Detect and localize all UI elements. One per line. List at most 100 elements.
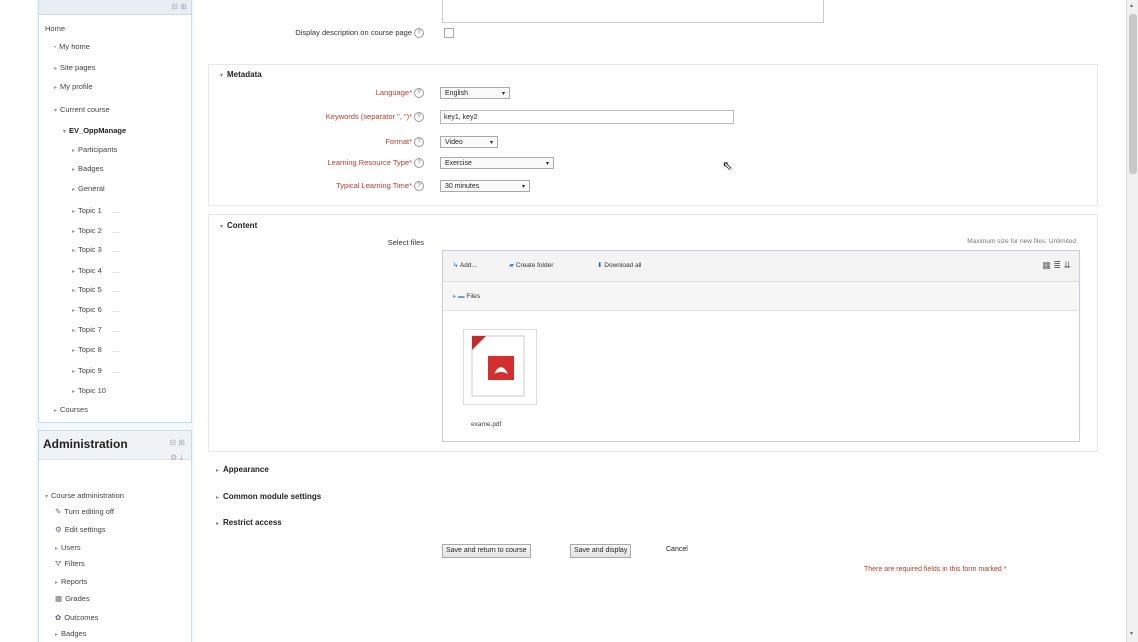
nav-item[interactable]: ▸ Topic 3.... [72, 245, 120, 254]
admin-item[interactable]: ▦ Grades [55, 594, 90, 603]
admin-item[interactable]: ▸ Reports [55, 577, 87, 586]
learning-resource-type-select[interactable]: Exercise ▾ [440, 157, 554, 169]
language-select[interactable]: English ▾ [440, 87, 510, 99]
add-file-label: Add... [459, 262, 477, 269]
tree-arrow-icon[interactable]: ▸ [72, 369, 75, 375]
tree-arrow-icon[interactable]: ▸ [72, 269, 75, 275]
nav-item[interactable]: ▸ Topic 7.... [72, 325, 120, 334]
tree-arrow-icon[interactable]: ▸ [72, 348, 75, 354]
help-icon[interactable]: ? [414, 158, 424, 169]
chevron-down-icon: ▾ [545, 161, 549, 167]
nav-item[interactable]: ▸ Topic 9.... [72, 366, 120, 375]
download-all-button[interactable]: ⬇ Download all [597, 261, 641, 269]
tree-arrow-icon[interactable]: ▸ [54, 66, 57, 72]
admin-item[interactable]: ▸ Users [55, 543, 81, 552]
tree-arrow-icon[interactable]: ▾ [54, 108, 57, 114]
create-folder-button[interactable]: ▰ Create folder [509, 261, 553, 269]
tree-arrow-icon[interactable]: ▸ [72, 328, 75, 334]
content-legend[interactable]: ▾ Content [220, 221, 257, 230]
format-select[interactable]: Video ▾ [440, 136, 498, 148]
display-description-checkbox[interactable] [444, 28, 454, 38]
nav-item[interactable]: ▸ Topic 1.... [72, 206, 120, 215]
tree-arrow-icon[interactable]: ▾ [63, 129, 66, 135]
tree-arrow-icon[interactable]: ▸ [54, 85, 57, 91]
nav-item[interactable]: ▸ Participants [72, 145, 117, 154]
nav-item[interactable]: ▸ Topic 4.... [72, 266, 120, 275]
admin-item[interactable]: ⛛ Filters [55, 559, 85, 569]
help-icon[interactable]: ? [414, 28, 424, 39]
navigation-block-header: ⊟ ⊞ [39, 0, 191, 15]
admin-item[interactable]: ▸ Badges [55, 629, 86, 638]
required-fields-note: There are required fields in this form m… [864, 566, 1006, 573]
tree-arrow-icon[interactable]: ▸ [54, 408, 57, 414]
typical-learning-time-select[interactable]: 30 minutes ▾ [440, 180, 530, 192]
nav-item[interactable]: ▸ Site pages [54, 63, 95, 72]
tree-arrow-icon[interactable]: ▸ [72, 229, 75, 235]
block-controls-icon[interactable]: ⊟ ⊞ [171, 2, 187, 11]
nav-item[interactable]: ▸ Topic 8.... [72, 345, 120, 354]
scrollbar-thumb[interactable] [1129, 14, 1137, 174]
cancel-button[interactable]: Cancel [666, 546, 688, 553]
nav-item[interactable]: • My home [54, 42, 90, 51]
tree-arrow-icon[interactable]: ▸ [72, 209, 75, 215]
nav-item[interactable]: ▸ My profile [54, 82, 93, 91]
tree-arrow-icon[interactable]: ▸ [72, 167, 75, 173]
pdf-file-tile[interactable] [463, 329, 537, 405]
tree-arrow-icon[interactable]: ▸ [72, 187, 75, 193]
tree-arrow-icon[interactable]: ▸ [72, 389, 75, 395]
nav-item[interactable]: ▸ Topic 5.... [72, 285, 120, 294]
nav-item[interactable]: ▸ Badges [72, 164, 103, 173]
tree-arrow-icon[interactable]: • [54, 45, 56, 51]
help-icon[interactable]: ? [414, 112, 424, 123]
scroll-down-icon[interactable]: ▾ [1130, 630, 1133, 637]
path-files[interactable]: ▸ ▬ Files [453, 292, 480, 300]
tree-arrow-icon[interactable]: ▸ [72, 248, 75, 254]
pdf-file-name[interactable]: exame.pdf [471, 421, 501, 428]
nav-item[interactable]: ▸ Topic 10 [72, 386, 106, 395]
vertical-scrollbar[interactable]: ▴ ▾ [1126, 0, 1138, 642]
nav-item[interactable]: ▾ EV_OppManage [63, 126, 126, 135]
nav-item[interactable]: ▾ Current course [54, 105, 110, 114]
admin-item[interactable]: ▾ Course administration [45, 491, 124, 500]
scroll-up-icon[interactable]: ▴ [1130, 2, 1133, 9]
nav-item[interactable]: ▸ Courses [54, 405, 88, 414]
help-icon[interactable]: ? [414, 88, 424, 99]
keywords-input-value: key1, key2 [444, 114, 478, 121]
block-controls-icon[interactable]: ⊟ ⊞ [169, 438, 185, 447]
metadata-legend[interactable]: ▾ Metadata [220, 70, 262, 79]
nav-item[interactable]: ▸ Topic 6.... [72, 305, 120, 314]
tree-arrow-icon[interactable]: ▾ [45, 494, 48, 500]
tree-arrow-icon[interactable]: ▸ [72, 308, 75, 314]
tree-arrow-icon[interactable]: ▸ [55, 546, 58, 552]
save-and-display-button[interactable]: Save and display [570, 544, 632, 558]
tree-arrow-icon[interactable]: ▸ [72, 148, 75, 154]
admin-item[interactable]: ✿ Outcomes [55, 613, 98, 622]
description-textarea[interactable] [442, 0, 824, 23]
admin-item[interactable]: ⚙ Edit settings [55, 525, 106, 534]
appearance-section[interactable]: ▸ Appearance [216, 465, 269, 474]
chevron-down-icon: ▾ [521, 184, 525, 190]
add-file-button[interactable]: ↳ Add... [453, 261, 477, 269]
chevron-right-icon: ▸ [216, 521, 220, 527]
keywords-input[interactable]: key1, key2 [440, 110, 734, 124]
help-icon[interactable]: ? [414, 137, 424, 148]
admin-item[interactable]: ✎ Turn editing off [55, 507, 114, 516]
save-and-return-button[interactable]: Save and return to course [442, 544, 531, 558]
tree-arrow-icon[interactable]: ▸ [55, 580, 58, 586]
nav-item-dots: .... [111, 366, 121, 375]
file-manager[interactable]: ↳ Add... ▰ Create folder ⬇ Download all … [442, 250, 1080, 442]
common-module-settings-section[interactable]: ▸ Common module settings [216, 492, 321, 501]
help-icon[interactable]: ? [414, 181, 424, 192]
tree-arrow-icon[interactable]: ▸ [55, 632, 58, 638]
gear-icon[interactable]: ⚙ ⤓ [170, 453, 183, 463]
tree-arrow-icon[interactable]: ▸ [72, 288, 75, 294]
nav-item[interactable]: ▸ Topic 2.... [72, 226, 120, 235]
nav-item[interactable]: ▸ General [72, 184, 105, 193]
nav-item[interactable]: Home [45, 24, 65, 33]
restrict-access-section[interactable]: ▸ Restrict access [216, 518, 282, 527]
admin-item-label: Reports [61, 577, 88, 586]
chevron-down-icon: ▾ [489, 140, 493, 146]
learning-resource-type-value: Exercise [445, 160, 472, 167]
content-legend-text: Content [227, 221, 258, 230]
view-mode-icons[interactable]: ▦ ≣ ⇊ [1042, 260, 1071, 271]
